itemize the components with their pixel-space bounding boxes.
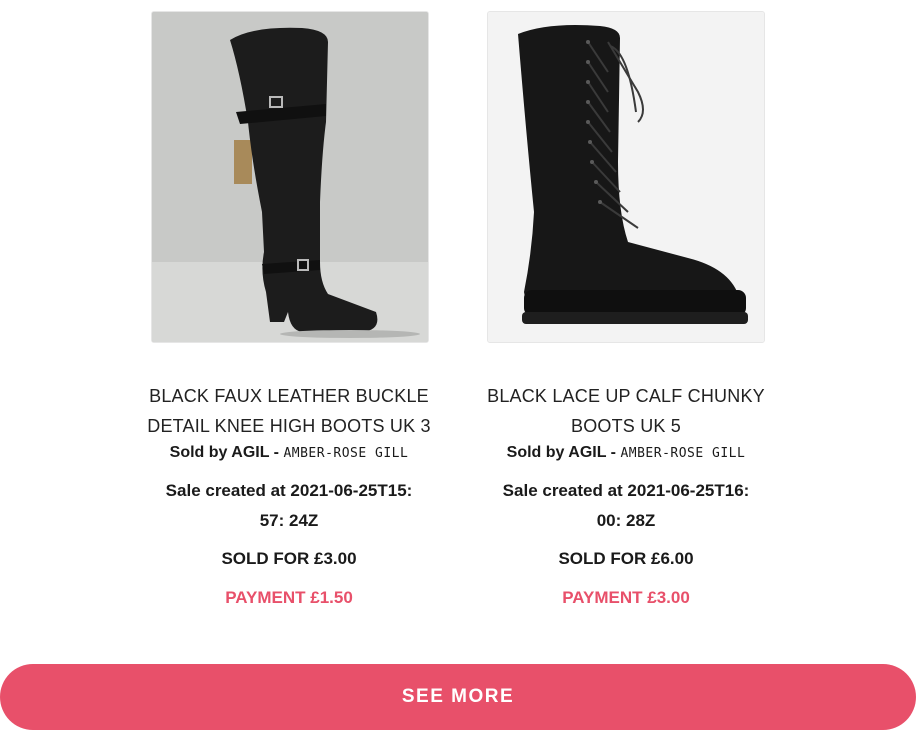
product-title[interactable]: BLACK LACE UP CALF CHUNKY BOOTS UK 5: [457, 381, 795, 441]
product-image[interactable]: [487, 11, 765, 343]
product-title[interactable]: BLACK FAUX LEATHER BUCKLE DETAIL KNEE HI…: [120, 381, 458, 441]
product-image[interactable]: [151, 11, 429, 343]
over-knee-boot-image: [152, 12, 428, 342]
sale-created-date: Sale created at 2021-06-25T15: 57: 24Z: [165, 481, 413, 530]
lace-up-boot-image: [488, 12, 764, 342]
sold-price: SOLD FOR £6.00: [558, 549, 694, 568]
sale-created-date: Sale created at 2021-06-25T16: 00: 28Z: [502, 481, 750, 530]
sold-price: SOLD FOR £3.00: [221, 549, 357, 568]
product-card[interactable]: BLACK FAUX LEATHER BUCKLE DETAIL KNEE HI…: [120, 11, 458, 608]
product-grid: BLACK FAUX LEATHER BUCKLE DETAIL KNEE HI…: [0, 0, 916, 640]
product-card[interactable]: BLACK LACE UP CALF CHUNKY BOOTS UK 5 Sol…: [457, 11, 795, 608]
payment-amount: PAYMENT £1.50: [225, 588, 353, 607]
seller-prefix: Sold by AGIL -: [506, 444, 621, 461]
seller-name[interactable]: AMBER-ROSE GILL: [620, 446, 745, 461]
see-more-button[interactable]: SEE MORE: [0, 664, 916, 730]
payment-amount: PAYMENT £3.00: [562, 588, 690, 607]
seller-prefix: Sold by AGIL -: [169, 444, 284, 461]
seller-line[interactable]: Sold by AGIL - AMBER-ROSE GILL: [120, 444, 458, 462]
seller-line[interactable]: Sold by AGIL - AMBER-ROSE GILL: [457, 444, 795, 462]
seller-name[interactable]: AMBER-ROSE GILL: [283, 446, 408, 461]
